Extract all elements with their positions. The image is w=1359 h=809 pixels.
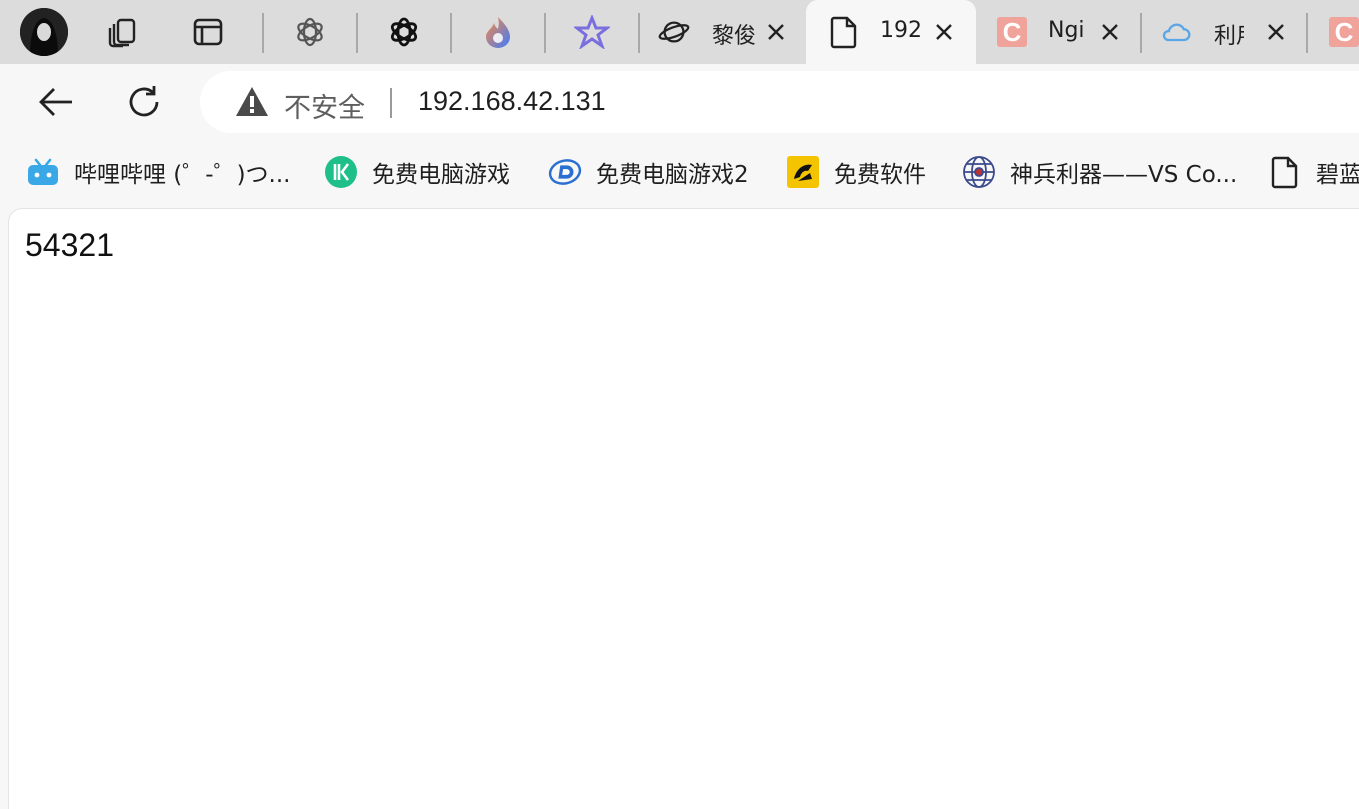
bookmark-label: 免费电脑游戏 xyxy=(372,162,510,188)
star-logo-icon xyxy=(574,15,610,49)
flame-icon xyxy=(486,17,510,48)
tab-planet[interactable]: 黎俊 xyxy=(640,0,806,64)
planet-icon xyxy=(658,16,690,48)
pinned-tab-star[interactable] xyxy=(572,12,612,52)
back-button[interactable] xyxy=(32,78,80,126)
openai-icon xyxy=(297,17,323,47)
close-icon[interactable] xyxy=(1264,20,1288,44)
openai-icon xyxy=(390,17,418,47)
bookmark-bilibili[interactable]: 哔哩哔哩 (゜-゜)つ... xyxy=(26,152,291,192)
warning-icon[interactable] xyxy=(234,85,270,119)
reload-icon xyxy=(129,86,159,117)
bookmark-label: 碧蓝 xyxy=(1316,162,1359,188)
tab-csdn-2[interactable]: C xyxy=(1310,0,1359,64)
address-bar[interactable]: 不安全 192.168.42.131 xyxy=(200,71,1359,133)
url-text[interactable]: 192.168.42.131 xyxy=(418,86,606,117)
workspaces-icon[interactable] xyxy=(104,12,144,52)
bookmark-bilan[interactable]: 碧蓝 xyxy=(1268,152,1359,192)
bookmark-label: 哔哩哔哩 (゜-゜)つ... xyxy=(74,162,291,188)
bookmark-label: 神兵利器——VS Co... xyxy=(1010,162,1238,188)
bookmark-vs-code[interactable]: 神兵利器——VS Co... xyxy=(962,152,1237,192)
yellow-logo-icon xyxy=(786,155,820,189)
document-icon xyxy=(1268,155,1302,189)
close-icon[interactable] xyxy=(1098,20,1122,44)
cloud-icon xyxy=(1160,16,1192,48)
address-separator xyxy=(390,88,392,118)
reload-button[interactable] xyxy=(120,78,168,126)
tab-divider xyxy=(544,13,546,53)
bilibili-icon xyxy=(26,155,60,189)
page-viewport: 54321 xyxy=(8,208,1359,809)
bookmark-label: 免费软件 xyxy=(834,162,926,188)
tab-title: 利用 xyxy=(1214,24,1244,49)
tab-active[interactable]: 192.168.42.131 xyxy=(806,0,976,64)
bookmark-free-software[interactable]: 免费软件 xyxy=(786,152,926,192)
bookmark-label: 免费电脑游戏2 xyxy=(596,162,749,188)
tab-divider xyxy=(356,13,358,53)
back-arrow-icon xyxy=(39,88,72,116)
security-status-label[interactable]: 不安全 xyxy=(284,86,365,125)
tab-actions-icon[interactable] xyxy=(188,12,228,52)
pinned-tab-chatgpt-2[interactable] xyxy=(384,12,424,52)
profile-avatar[interactable] xyxy=(20,8,68,56)
tab-divider xyxy=(450,13,452,53)
tab-divider xyxy=(1306,13,1308,53)
pinned-tab-flame[interactable] xyxy=(478,12,518,52)
tab-csdn[interactable]: C Nginx xyxy=(976,0,1140,64)
globe-emblem-icon xyxy=(962,155,996,189)
document-icon xyxy=(828,16,860,49)
tab-cloud[interactable]: 利用 xyxy=(1142,0,1306,64)
csdn-icon: C xyxy=(996,16,1028,48)
tab-divider xyxy=(262,13,264,53)
blue-d-icon xyxy=(548,155,582,189)
page-body-text: 54321 xyxy=(25,227,114,263)
bookmark-free-games-2[interactable]: 免费电脑游戏2 xyxy=(548,152,749,192)
tab-title: Nginx xyxy=(1048,18,1086,43)
close-icon[interactable] xyxy=(932,20,956,44)
tab-title: 黎俊 xyxy=(712,24,757,49)
tab-title: 192.168.42.131 xyxy=(880,18,920,43)
bookmark-free-games[interactable]: 免费电脑游戏 xyxy=(324,152,510,192)
tab-strip: 黎俊 192.168.42.131 C Nginx xyxy=(0,0,1359,64)
pinned-tab-chatgpt[interactable] xyxy=(290,12,330,52)
close-icon[interactable] xyxy=(764,20,788,44)
green-circle-icon xyxy=(324,155,358,189)
csdn-icon: C xyxy=(1328,16,1359,48)
avatar-image xyxy=(20,8,68,56)
